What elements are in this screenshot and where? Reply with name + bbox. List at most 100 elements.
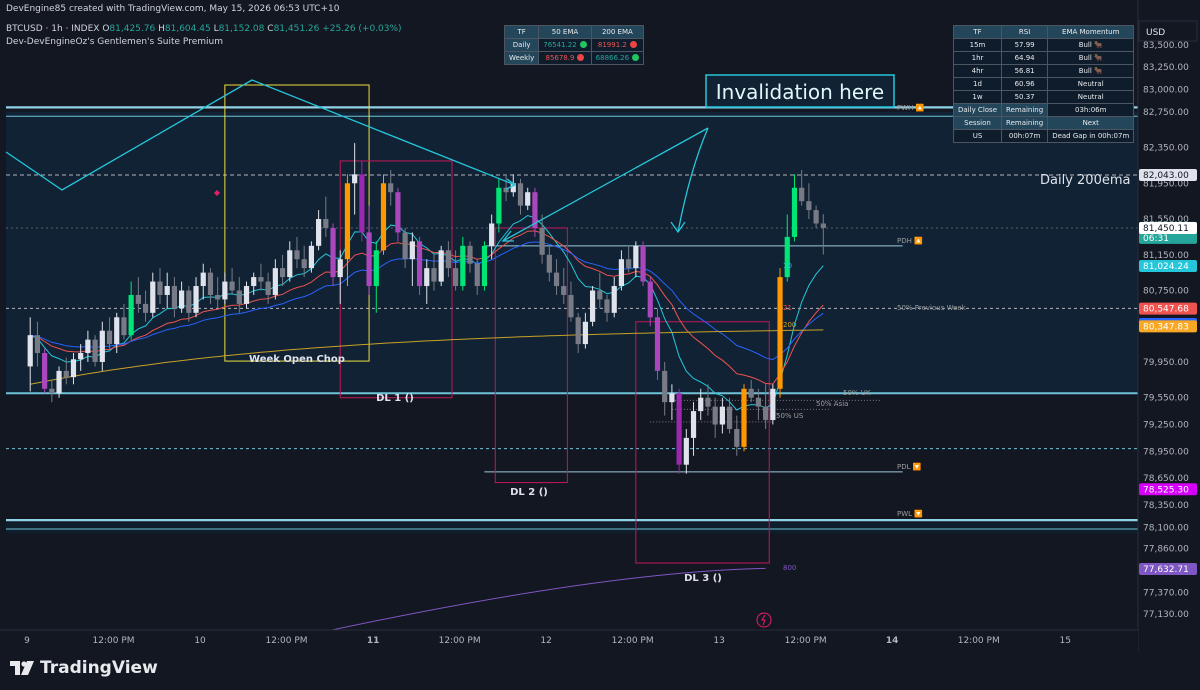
price-badge-label: 81,024.24 bbox=[1143, 262, 1189, 272]
candle bbox=[186, 290, 192, 313]
candle bbox=[265, 281, 271, 295]
candle bbox=[308, 245, 314, 269]
premium-zone-band bbox=[6, 111, 1138, 394]
momentum-value: Neutral bbox=[1047, 77, 1135, 91]
candle bbox=[294, 250, 300, 260]
half-previous-week-label: 50% Previous Week bbox=[897, 304, 967, 312]
candle bbox=[734, 428, 740, 447]
half-uk-label: 50% UK bbox=[843, 389, 871, 397]
candle bbox=[467, 245, 473, 264]
week-open-chop-label: Week Open Chop bbox=[249, 354, 345, 365]
tradingview-wordmark: TradingView bbox=[40, 658, 158, 678]
half-us-label: 50% US bbox=[776, 412, 804, 420]
candle bbox=[604, 299, 610, 313]
candle bbox=[597, 290, 603, 300]
candle bbox=[330, 227, 336, 278]
price-badge-label: 82,043.00 bbox=[1143, 171, 1189, 181]
rsi-header-rsi: RSI bbox=[1001, 25, 1049, 39]
ema-header-200: 200 EMA bbox=[590, 25, 645, 39]
green-dot-icon bbox=[579, 41, 587, 48]
candle bbox=[525, 192, 531, 206]
indicator-legend[interactable]: Dev-DevEngineOz's Gentlemen's Suite Prem… bbox=[6, 37, 223, 47]
daily-close-label: Daily Close bbox=[952, 103, 1003, 117]
candle bbox=[92, 339, 98, 362]
candle bbox=[34, 335, 41, 354]
session-name: US bbox=[952, 129, 1003, 143]
ema50-cell: 76541.22 bbox=[538, 38, 592, 52]
rsi-tf: 1w bbox=[952, 90, 1003, 104]
candle bbox=[409, 241, 415, 260]
time-tick-label: 12:00 PM bbox=[439, 636, 481, 646]
rsi-tf: 4hr bbox=[952, 64, 1003, 78]
price-tick-label: 77,130.00 bbox=[1143, 610, 1189, 620]
price-tick-label: 83,250.00 bbox=[1143, 63, 1189, 73]
candle bbox=[820, 223, 826, 228]
candle bbox=[647, 281, 653, 318]
dl3-label: DL 3 () bbox=[684, 573, 722, 584]
candle bbox=[352, 174, 358, 184]
time-tick-label: 12:00 PM bbox=[266, 636, 308, 646]
created-by-text: DevEngine85 created with TradingView.com… bbox=[6, 4, 340, 14]
price-tick-label: 83,500.00 bbox=[1143, 41, 1189, 51]
rsi-tf: 1hr bbox=[952, 51, 1003, 65]
ema200-cell: 81991.2 bbox=[590, 38, 645, 52]
price-tick-label: 78,100.00 bbox=[1143, 523, 1189, 533]
price-tick-label: 80,750.00 bbox=[1143, 286, 1189, 296]
ema200-cell: 68866.26 bbox=[590, 51, 645, 65]
candle bbox=[481, 245, 488, 287]
candle bbox=[49, 388, 55, 394]
dl1-label: DL 1 () bbox=[376, 393, 414, 404]
candle bbox=[258, 277, 264, 282]
time-tick-label: 12:00 PM bbox=[958, 636, 1000, 646]
candle bbox=[575, 317, 581, 345]
chart-header: DevEngine85 created with TradingView.com… bbox=[6, 4, 339, 14]
rsi-tf: 15m bbox=[952, 38, 1003, 52]
time-tick-label: 15 bbox=[1060, 636, 1071, 646]
candle bbox=[618, 259, 625, 287]
candle bbox=[806, 201, 812, 211]
candle bbox=[633, 245, 639, 269]
candle bbox=[128, 294, 134, 336]
ohlc-legend[interactable]: BTCUSD · 1h · INDEX O81,425.76 H81,604.4… bbox=[6, 24, 402, 34]
symbol-label[interactable]: BTCUSD · 1h · INDEX bbox=[6, 24, 99, 34]
half-asia-label: 50% Asia bbox=[816, 400, 848, 408]
candle bbox=[272, 268, 278, 295]
indicator-name[interactable]: Dev-DevEngineOz's Gentlemen's Suite Prem… bbox=[6, 37, 223, 47]
green-dot-icon bbox=[632, 54, 640, 61]
ema200-value: 68866.26 bbox=[595, 54, 630, 62]
candle bbox=[56, 370, 62, 394]
candle bbox=[222, 281, 228, 300]
high-value: 81,604.45 bbox=[164, 24, 211, 34]
tradingview-logo[interactable]: TradingView bbox=[10, 658, 158, 678]
price-tick-label: 79,950.00 bbox=[1143, 358, 1189, 368]
candle bbox=[611, 286, 617, 313]
ema50-cell: 85678.9 bbox=[538, 51, 592, 65]
candle bbox=[726, 406, 733, 429]
candle bbox=[78, 353, 84, 360]
candle bbox=[243, 286, 250, 304]
price-tick-label: 83,000.00 bbox=[1143, 85, 1189, 95]
time-tick-label: 12:00 PM bbox=[612, 636, 654, 646]
time-axis[interactable]: 9 12:00 PM 10 12:00 PM 11 12:00 PM 12 12:00 PM 1… bbox=[0, 629, 1138, 652]
price-axis[interactable]: 83,500.00 83,250.00 83,000.00 82,750.00 82,3… bbox=[1137, 0, 1200, 652]
candle bbox=[813, 210, 819, 224]
candle bbox=[640, 245, 646, 282]
rsi-row: 1hr 64.94 Bull 🐂 bbox=[952, 51, 1135, 65]
candle bbox=[489, 223, 495, 246]
candle bbox=[380, 183, 387, 251]
session-header: Session bbox=[952, 116, 1003, 130]
price-badge-label: 81,450.11 bbox=[1143, 224, 1189, 234]
candle bbox=[395, 192, 401, 233]
price-badge-label: 78,525.30 bbox=[1143, 485, 1189, 495]
candle bbox=[337, 259, 343, 278]
candle bbox=[251, 277, 257, 287]
candle bbox=[42, 353, 48, 389]
pwl-band bbox=[6, 522, 1138, 534]
candle bbox=[279, 268, 286, 278]
candle bbox=[366, 232, 372, 287]
candle bbox=[748, 388, 754, 398]
candle bbox=[323, 219, 329, 228]
candle bbox=[135, 294, 141, 304]
ema-header-50: 50 EMA bbox=[538, 25, 592, 39]
candle bbox=[770, 388, 776, 421]
